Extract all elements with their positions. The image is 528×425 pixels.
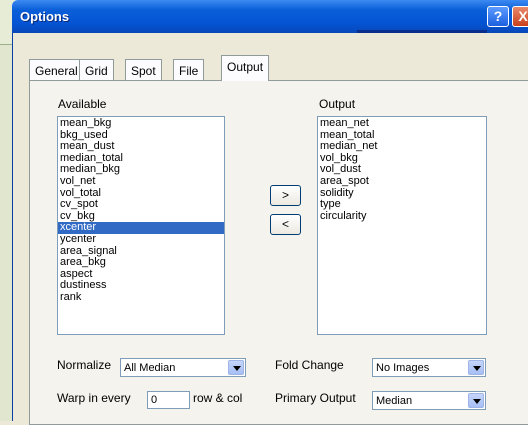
primary-output-select[interactable]: Median xyxy=(372,391,486,410)
list-item[interactable]: rank xyxy=(58,291,224,304)
output-list[interactable]: mean_net mean_total median_net vol_bkg vol_d… xyxy=(317,116,487,335)
warp-unit-label: row & col xyxy=(193,391,243,405)
available-list[interactable]: mean_bkg bkg_used mean_dust median_total med… xyxy=(57,116,225,335)
output-tab-panel: Available mean_bkg bkg_used mean_dust media… xyxy=(29,80,528,425)
tab-file[interactable]: File xyxy=(173,59,205,80)
chevron-down-icon[interactable] xyxy=(468,393,484,408)
list-item[interactable]: cv_spot xyxy=(58,199,224,211)
warp-label: Warp in every xyxy=(57,391,131,405)
primary-output-label: Primary Output xyxy=(275,391,356,405)
list-item[interactable]: ycenter xyxy=(58,233,224,246)
warp-input[interactable]: 0 xyxy=(147,391,190,409)
chevron-down-icon[interactable] xyxy=(228,360,244,375)
dialog-body: General Grid Spot File Output Available … xyxy=(12,33,528,425)
list-item[interactable]: area_spot xyxy=(318,175,486,188)
normalize-value: All Median xyxy=(124,362,176,374)
title-bar[interactable]: Options ? X xyxy=(12,0,528,33)
primary-output-value: Median xyxy=(376,395,413,407)
add-to-output-button[interactable]: > xyxy=(270,185,301,206)
remove-from-output-button[interactable]: < xyxy=(270,214,301,235)
tab-general[interactable]: General xyxy=(29,59,84,80)
list-item[interactable]: area_bkg xyxy=(58,257,224,269)
normalize-label: Normalize xyxy=(57,358,112,372)
list-item[interactable]: solidity xyxy=(318,187,486,200)
list-item[interactable]: type xyxy=(318,199,486,211)
tab-spot[interactable]: Spot xyxy=(125,59,162,80)
list-item[interactable]: mean_net xyxy=(318,117,486,130)
close-button[interactable]: X xyxy=(512,6,528,27)
fold-change-label: Fold Change xyxy=(275,358,344,372)
available-label: Available xyxy=(58,97,107,111)
list-item[interactable]: vol_net xyxy=(58,175,224,188)
output-label: Output xyxy=(319,97,356,111)
chevron-down-icon[interactable] xyxy=(468,360,484,375)
normalize-select[interactable]: All Median xyxy=(120,358,246,377)
list-item[interactable]: circularity xyxy=(318,210,486,223)
desktop-background xyxy=(0,0,190,421)
list-item[interactable]: mean_bkg xyxy=(58,117,224,130)
tab-output[interactable]: Output xyxy=(221,55,270,81)
help-button[interactable]: ? xyxy=(487,6,509,27)
tab-grid[interactable]: Grid xyxy=(79,59,114,80)
window-title: Options xyxy=(20,9,70,24)
list-item[interactable]: dustiness xyxy=(58,280,224,292)
fold-change-select[interactable]: No Images xyxy=(372,358,486,377)
fold-change-value: No Images xyxy=(376,362,430,374)
